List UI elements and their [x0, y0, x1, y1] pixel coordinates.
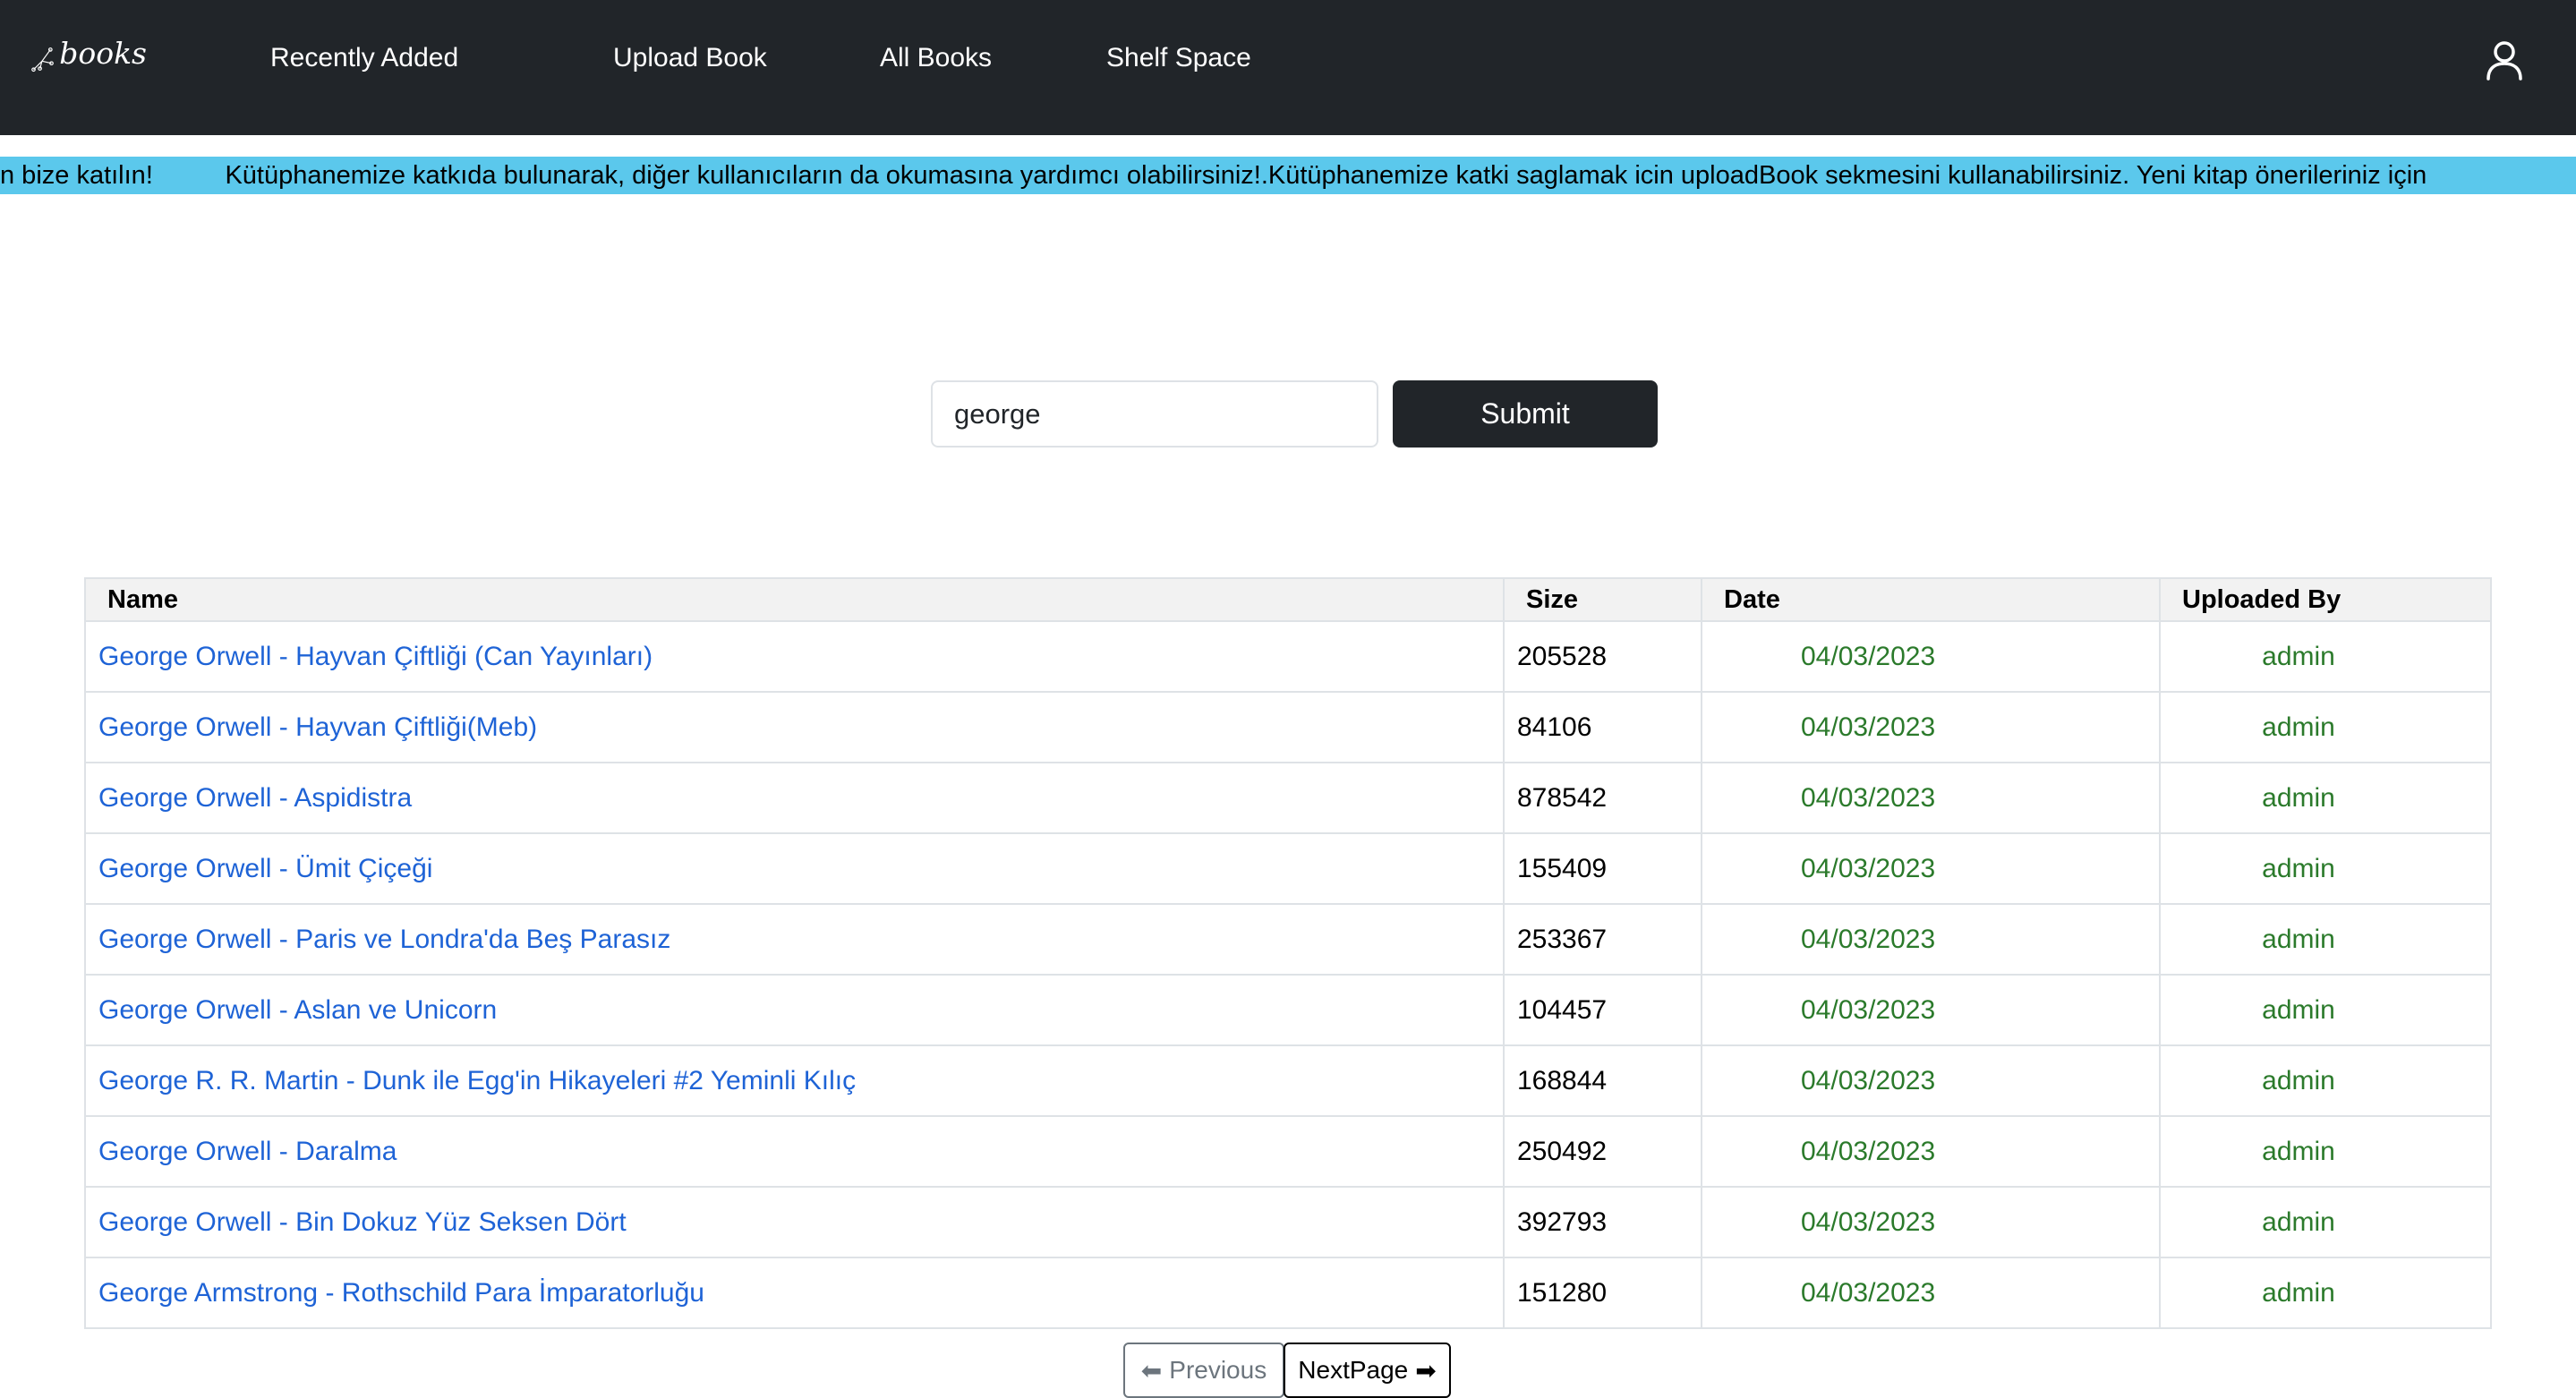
book-date: 04/03/2023: [1701, 1115, 2161, 1188]
next-page-button[interactable]: NextPage ➡: [1284, 1343, 1451, 1398]
nav-upload-book[interactable]: Upload Book: [613, 39, 767, 77]
book-link[interactable]: George Orwell - Paris ve Londra'da Beş P…: [98, 925, 670, 954]
book-size: 168844: [1503, 1044, 1702, 1117]
table-row: George Orwell - Hayvan Çiftliği(Meb) 841…: [84, 691, 2492, 763]
book-uploader: admin: [2159, 974, 2492, 1046]
book-uploader: admin: [2159, 762, 2492, 834]
marquee-text: n bize katılın! Kütüphanemize katkıda bu…: [0, 161, 2427, 190]
book-link[interactable]: George Orwell - Daralma: [98, 1137, 397, 1166]
book-link[interactable]: George Orwell - Bin Dokuz Yüz Seksen Dör…: [98, 1207, 627, 1237]
nav-all-books[interactable]: All Books: [880, 39, 992, 77]
book-size: 250492: [1503, 1115, 1702, 1188]
book-size: 392793: [1503, 1186, 1702, 1258]
book-date: 04/03/2023: [1701, 620, 2161, 693]
header-size: Size: [1503, 577, 1702, 622]
book-size: 104457: [1503, 974, 1702, 1046]
table-header-row: Name Size Date Uploaded By: [84, 577, 2492, 622]
book-uploader: admin: [2159, 691, 2492, 763]
book-size: 878542: [1503, 762, 1702, 834]
book-size: 84106: [1503, 691, 1702, 763]
book-link[interactable]: George Orwell - Aspidistra: [98, 783, 412, 813]
books-table: Name Size Date Uploaded By George Orwell…: [84, 577, 2492, 1329]
submit-button[interactable]: Submit: [1393, 380, 1658, 448]
book-date: 04/03/2023: [1701, 832, 2161, 905]
announcement-marquee: n bize katılın! Kütüphanemize katkıda bu…: [0, 157, 2576, 194]
book-uploader: admin: [2159, 1186, 2492, 1258]
book-date: 04/03/2023: [1701, 1044, 2161, 1117]
user-account-button[interactable]: [2479, 36, 2529, 86]
book-link[interactable]: George R. R. Martin - Dunk ile Egg'in Hi…: [98, 1066, 856, 1095]
book-date: 04/03/2023: [1701, 691, 2161, 763]
previous-label: Previous: [1169, 1356, 1267, 1384]
book-date: 04/03/2023: [1701, 1186, 2161, 1258]
navbar: books Recently Added Upload Book All Boo…: [0, 0, 2576, 135]
book-link[interactable]: George Orwell - Hayvan Çiftliği (Can Yay…: [98, 642, 653, 671]
book-size: 151280: [1503, 1257, 1702, 1329]
header-date: Date: [1701, 577, 2161, 622]
user-icon: [2486, 41, 2522, 81]
brand-name: books: [59, 35, 147, 71]
table-row: George Orwell - Bin Dokuz Yüz Seksen Dör…: [84, 1186, 2492, 1258]
book-size: 253367: [1503, 903, 1702, 976]
book-uploader: admin: [2159, 1115, 2492, 1188]
table-row: George Armstrong - Rothschild Para İmpar…: [84, 1257, 2492, 1329]
nav-recently-added[interactable]: Recently Added: [270, 39, 458, 77]
book-uploader: admin: [2159, 620, 2492, 693]
table-row: George Orwell - Daralma 250492 04/03/202…: [84, 1115, 2492, 1188]
book-link[interactable]: George Orwell - Hayvan Çiftliği(Meb): [98, 712, 537, 742]
book-size: 155409: [1503, 832, 1702, 905]
nav-shelf-space[interactable]: Shelf Space: [1106, 39, 1251, 77]
book-date: 04/03/2023: [1701, 1257, 2161, 1329]
constellation-logo-icon: [31, 47, 54, 72]
search-input[interactable]: [931, 380, 1378, 448]
table-row: George Orwell - Hayvan Çiftliği (Can Yay…: [84, 620, 2492, 693]
book-link[interactable]: George Orwell - Aslan ve Unicorn: [98, 995, 497, 1025]
header-name: Name: [84, 577, 1505, 622]
table-row: George Orwell - Aspidistra 878542 04/03/…: [84, 762, 2492, 834]
book-uploader: admin: [2159, 903, 2492, 976]
previous-page-button[interactable]: ⬅ Previous: [1123, 1343, 1284, 1398]
table-row: George R. R. Martin - Dunk ile Egg'in Hi…: [84, 1044, 2492, 1117]
header-uploaded-by: Uploaded By: [2159, 577, 2492, 622]
table-row: George Orwell - Ümit Çiçeği 155409 04/03…: [84, 832, 2492, 905]
book-uploader: admin: [2159, 1044, 2492, 1117]
book-size: 205528: [1503, 620, 1702, 693]
book-link[interactable]: George Orwell - Ümit Çiçeği: [98, 854, 432, 883]
arrow-left-icon: ⬅: [1140, 1356, 1163, 1385]
book-date: 04/03/2023: [1701, 903, 2161, 976]
book-date: 04/03/2023: [1701, 762, 2161, 834]
brand-logo[interactable]: books: [30, 34, 147, 84]
book-link[interactable]: George Armstrong - Rothschild Para İmpar…: [98, 1278, 704, 1308]
book-uploader: admin: [2159, 1257, 2492, 1329]
next-label: NextPage: [1298, 1356, 1409, 1384]
book-date: 04/03/2023: [1701, 974, 2161, 1046]
table-row: George Orwell - Paris ve Londra'da Beş P…: [84, 903, 2492, 976]
table-row: George Orwell - Aslan ve Unicorn 104457 …: [84, 974, 2492, 1046]
arrow-right-icon: ➡: [1415, 1356, 1437, 1385]
book-uploader: admin: [2159, 832, 2492, 905]
